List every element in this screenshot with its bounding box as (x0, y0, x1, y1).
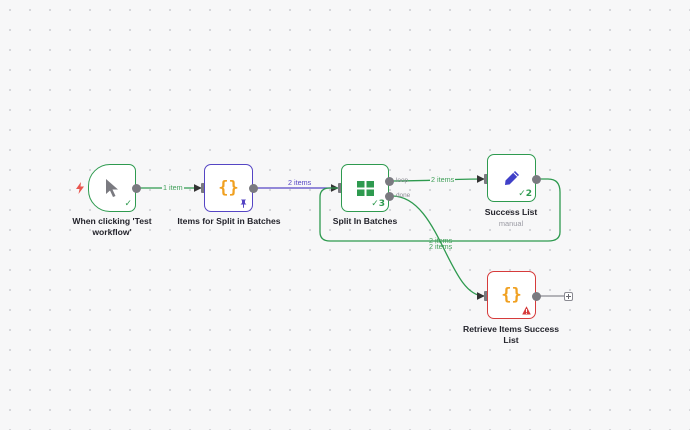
split-loop-handle[interactable] (385, 177, 394, 186)
edge-label-items-split: 2 items (287, 178, 313, 187)
success-output-handle[interactable] (532, 175, 541, 184)
pin-icon (240, 199, 247, 208)
split-label: Split In Batches (332, 216, 398, 226)
items-output-handle[interactable] (249, 184, 258, 193)
success-sublabel: manual (498, 219, 524, 228)
plus-icon (566, 294, 571, 299)
retrieve-output-handle[interactable] (532, 292, 541, 301)
split-done-handle[interactable] (385, 192, 394, 201)
node-trigger[interactable]: ✓ (88, 164, 136, 212)
trigger-bolt-icon (76, 182, 84, 194)
add-node-button[interactable] (564, 292, 573, 301)
success-check-badge: ✓ (124, 199, 132, 209)
success-label: Success List (484, 207, 538, 217)
node-split-in-batches[interactable]: ✓3 (341, 164, 389, 212)
items-label: Items for Split in Batches (177, 216, 281, 226)
node-success-list[interactable]: ✓2 (487, 154, 536, 202)
port-label-loop: loop (396, 177, 409, 184)
edge-label-loop-success: 2 items (430, 175, 456, 184)
success-count-badge: ✓2 (518, 189, 532, 199)
trigger-output-handle[interactable] (132, 184, 141, 193)
node-items-for-split[interactable]: {} (204, 164, 253, 212)
edge-label-done-retrieve: 2 items (429, 242, 453, 251)
port-label-done: done (396, 192, 411, 199)
retrieve-label: Retrieve Items Success List (462, 324, 560, 345)
edge-label-trigger-items: 1 item (162, 183, 184, 192)
warning-icon (522, 306, 531, 315)
trigger-label: When clicking 'Test workflow' (72, 216, 152, 237)
workflow-connections (140, 175, 564, 300)
success-count-badge: ✓3 (371, 199, 385, 209)
node-retrieve-items[interactable]: {} (487, 271, 536, 319)
